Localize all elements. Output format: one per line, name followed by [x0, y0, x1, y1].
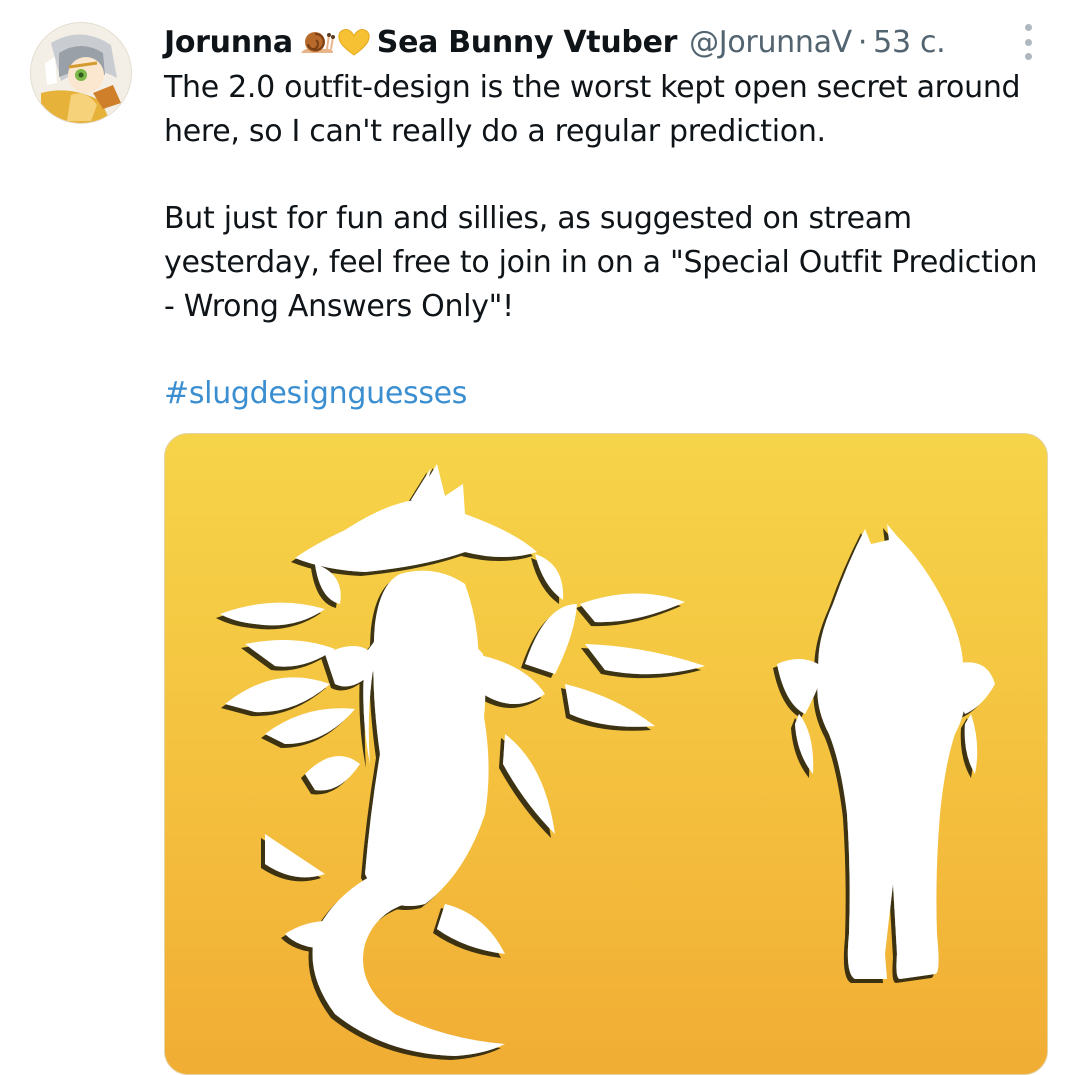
tweet-timestamp[interactable]: 53 с.	[873, 25, 946, 60]
standing-silhouette	[777, 524, 995, 979]
silhouettes-illustration	[220, 464, 995, 1056]
more-options-icon-dot	[1024, 38, 1032, 46]
tweet-paragraph-1: The 2.0 outfit-design is the worst kept …	[164, 70, 1021, 149]
avatar-illustration	[31, 23, 131, 123]
more-options-icon-dot	[1024, 24, 1032, 31]
more-options-icon-dot	[1024, 53, 1032, 60]
author-name-suffix[interactable]: Sea Bunny Vtuber	[377, 25, 678, 60]
author-handle[interactable]: @JorunnaV	[689, 25, 852, 60]
tweet-header: Jorunna Sea Bunny Vtuber @JorunnaV · 53 …	[164, 20, 1044, 64]
hashtag-link[interactable]: #slugdesignguesses	[164, 376, 467, 411]
tweet-media-image[interactable]	[164, 433, 1048, 1075]
yellow-heart-icon	[338, 29, 370, 56]
name-emojis	[299, 27, 371, 57]
tweet-paragraph-2: But just for fun and sillies, as suggest…	[164, 201, 1038, 324]
snail-icon	[300, 32, 335, 53]
mermaid-silhouette	[220, 464, 705, 1056]
more-options-button[interactable]	[1016, 24, 1040, 60]
header-separator: ·	[857, 24, 868, 60]
tweet-text: The 2.0 outfit-design is the worst kept …	[164, 66, 1054, 416]
author-name[interactable]: Jorunna	[164, 25, 293, 60]
avatar[interactable]	[30, 22, 132, 124]
